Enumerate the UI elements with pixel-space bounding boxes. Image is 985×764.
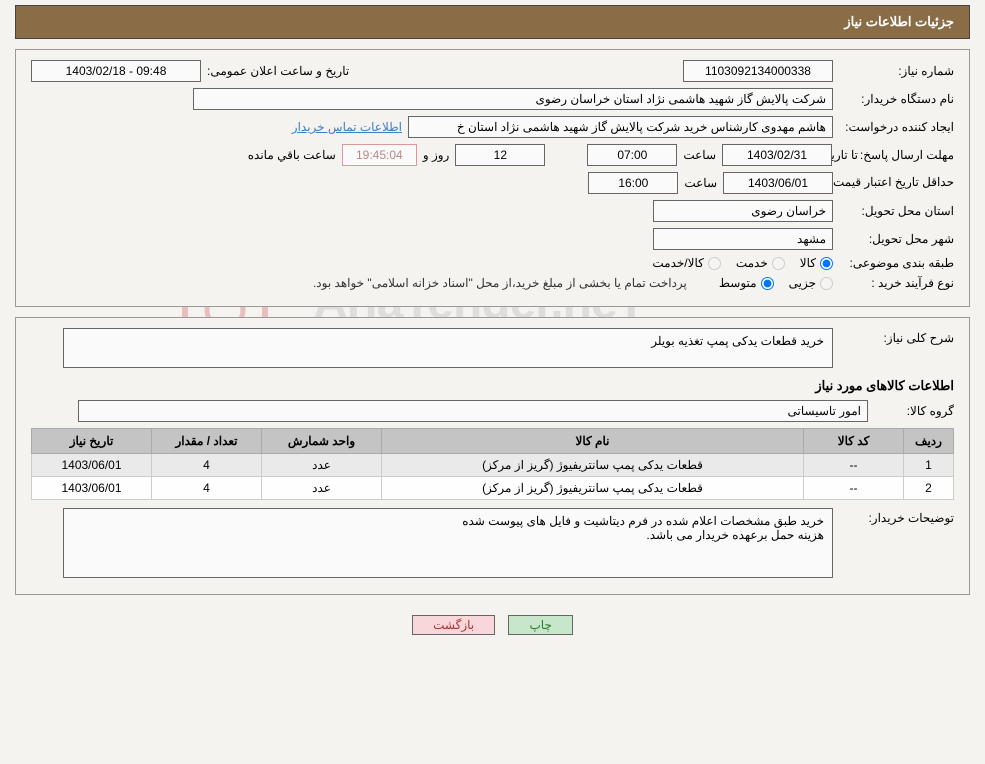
table-body: 1--قطعات یدکی پمپ سانتریفیوژ (گریز از مر… [32,454,954,500]
page-title-bar: جزئیات اطلاعات نیاز [15,5,970,39]
table-cell-name: قطعات یدکی پمپ سانتریفیوژ (گریز از مرکز) [382,477,804,500]
remaining-label: ساعت باقي مانده [248,148,336,162]
cat-goods-label: کالا [800,256,816,270]
category-radio-group: کالا خدمت کالا/خدمت [652,256,833,270]
purchase-type-label: نوع فرآیند خرید : [839,276,954,290]
cat-goods-option[interactable]: کالا [800,256,833,270]
to-date-label: تا تاریخ: [838,148,858,162]
table-cell-name: قطعات یدکی پمپ سانتریفیوژ (گریز از مرکز) [382,454,804,477]
cat-both-option[interactable]: کالا/خدمت [652,256,720,270]
buyer-desc-label: توضیحات خریدار: [839,508,954,525]
buyer-desc-textarea[interactable] [63,508,833,578]
table-cell-qty: 4 [152,454,262,477]
announce-datetime: 1403/02/18 - 09:48 [31,60,201,82]
creator-value: هاشم مهدوی کارشناس خرید شرکت پالایش گاز … [408,116,833,138]
table-row: 2--قطعات یدکی پمپ سانتریفیوژ (گریز از مر… [32,477,954,500]
deadline-time: 07:00 [587,144,677,166]
group-value: امور تاسیساتی [78,400,868,422]
cat-service-radio[interactable] [772,257,785,270]
group-label: گروه کالا: [874,404,954,418]
creator-label: ایجاد کننده درخواست: [839,120,954,134]
table-cell-qty: 4 [152,477,262,500]
validity-time-label: ساعت [684,176,717,190]
th-name: نام کالا [382,429,804,454]
validity-time: 16:00 [588,172,678,194]
buyer-org-value: شرکت پالایش گاز شهید هاشمی نژاد استان خر… [193,88,833,110]
goods-table: ردیف کد کالا نام کالا واحد شمارش تعداد /… [31,428,954,500]
table-cell-unit: عدد [262,477,382,500]
table-cell-idx: 2 [904,477,954,500]
th-qty: تعداد / مقدار [152,429,262,454]
cat-service-option[interactable]: خدمت [736,256,785,270]
need-details-panel: شماره نیاز: 1103092134000338 تاریخ و ساع… [15,49,970,307]
print-button[interactable]: چاپ [508,615,572,635]
type-medium-label: متوسط [719,276,757,290]
deadline-label: مهلت ارسال پاسخ: [864,148,954,162]
table-cell-unit: عدد [262,454,382,477]
table-cell-code: -- [804,454,904,477]
th-date: تاریخ نیاز [32,429,152,454]
page-title: جزئیات اطلاعات نیاز [844,14,954,29]
announce-label: تاریخ و ساعت اعلان عمومی: [207,64,349,78]
province-label: استان محل تحویل: [839,204,954,218]
overview-label: شرح کلی نیاز: [839,328,954,345]
th-unit: واحد شمارش [262,429,382,454]
type-minor-option[interactable]: جزیی [789,276,833,290]
type-medium-option[interactable]: متوسط [719,276,774,290]
type-minor-label: جزیی [789,276,816,290]
type-medium-radio[interactable] [761,277,774,290]
days-and-label: روز و [423,148,450,162]
back-button[interactable]: بازگشت [412,615,495,635]
cat-both-radio[interactable] [708,257,721,270]
province-value: خراسان رضوی [653,200,833,222]
days-remaining: 12 [455,144,545,166]
validity-label: حداقل تاریخ اعتبار قیمت: تا تاریخ: [839,175,954,191]
countdown-time: 19:45:04 [342,144,417,166]
table-cell-code: -- [804,477,904,500]
purchase-note: پرداخت تمام یا بخشی از مبلغ خرید،از محل … [313,276,687,290]
category-label: طبقه بندی موضوعی: [839,256,954,270]
deadline-date: 1403/02/31 [722,144,832,166]
type-minor-radio[interactable] [820,277,833,290]
table-header: ردیف کد کالا نام کالا واحد شمارش تعداد /… [32,429,954,454]
table-cell-date: 1403/06/01 [32,454,152,477]
th-code: کد کالا [804,429,904,454]
validity-date: 1403/06/01 [723,172,833,194]
th-row: ردیف [904,429,954,454]
deadline-time-label: ساعت [683,148,716,162]
table-cell-date: 1403/06/01 [32,477,152,500]
cat-service-label: خدمت [736,256,768,270]
need-number-label: شماره نیاز: [839,64,954,78]
city-value: مشهد [653,228,833,250]
goods-details-panel: شرح کلی نیاز: اطلاعات کالاهای مورد نیاز … [15,317,970,595]
cat-goods-radio[interactable] [820,257,833,270]
purchase-type-radio-group: جزیی متوسط [719,276,833,290]
overview-textarea[interactable] [63,328,833,368]
city-label: شهر محل تحویل: [839,232,954,246]
buyer-contact-link[interactable]: اطلاعات تماس خریدار [292,120,402,134]
cat-both-label: کالا/خدمت [652,256,703,270]
footer-buttons: چاپ بازگشت [0,605,985,645]
goods-info-title: اطلاعات کالاهای مورد نیاز [31,378,954,394]
table-row: 1--قطعات یدکی پمپ سانتریفیوژ (گریز از مر… [32,454,954,477]
buyer-org-label: نام دستگاه خریدار: [839,92,954,106]
need-number-value: 1103092134000338 [683,60,833,82]
table-cell-idx: 1 [904,454,954,477]
